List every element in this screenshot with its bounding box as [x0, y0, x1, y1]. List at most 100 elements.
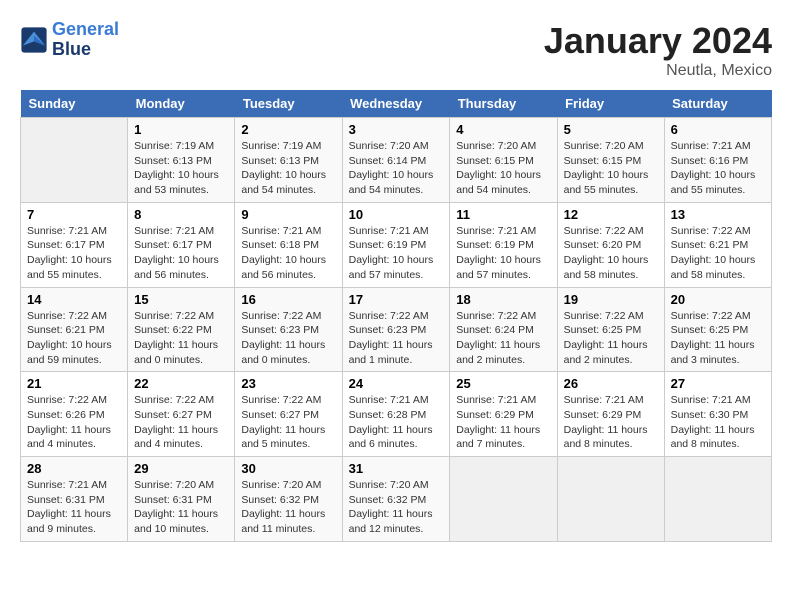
logo-icon	[20, 26, 48, 54]
day-number: 24	[349, 376, 444, 391]
calendar-day-cell: 10Sunrise: 7:21 AM Sunset: 6:19 PM Dayli…	[342, 202, 450, 287]
day-number: 15	[134, 292, 228, 307]
day-info: Sunrise: 7:22 AM Sunset: 6:21 PM Dayligh…	[671, 224, 765, 283]
day-info: Sunrise: 7:21 AM Sunset: 6:18 PM Dayligh…	[241, 224, 335, 283]
weekday-header-cell: Thursday	[450, 90, 557, 118]
day-info: Sunrise: 7:21 AM Sunset: 6:31 PM Dayligh…	[27, 478, 121, 537]
calendar-day-cell: 23 Sunrise: 7:22 AM Sunset: 6:27 PM Dayli…	[235, 372, 342, 457]
day-info: Sunrise: 7:21 AM Sunset: 6:30 PM Dayligh…	[671, 393, 765, 452]
day-info: Sunrise: 7:20 AM Sunset: 6:32 PM Dayligh…	[349, 478, 444, 537]
weekday-header-cell: Saturday	[664, 90, 771, 118]
day-number: 19	[564, 292, 658, 307]
day-number: 9	[241, 207, 335, 222]
calendar-day-cell: 9 Sunrise: 7:21 AM Sunset: 6:18 PM Daylig…	[235, 202, 342, 287]
calendar-day-cell: 24 Sunrise: 7:21 AM Sunset: 6:28 PM Dayli…	[342, 372, 450, 457]
calendar-day-cell: 31Sunrise: 7:20 AM Sunset: 6:32 PM Dayli…	[342, 457, 450, 542]
calendar-day-cell: 26 Sunrise: 7:21 AM Sunset: 6:29 PM Dayli…	[557, 372, 664, 457]
day-number: 17	[349, 292, 444, 307]
day-number: 22	[134, 376, 228, 391]
day-number: 13	[671, 207, 765, 222]
calendar-day-cell: 6Sunrise: 7:21 AM Sunset: 6:16 PM Daylig…	[664, 118, 771, 203]
calendar-day-cell: 3Sunrise: 7:20 AM Sunset: 6:14 PM Daylig…	[342, 118, 450, 203]
calendar-day-cell: 21 Sunrise: 7:22 AM Sunset: 6:26 PM Dayli…	[21, 372, 128, 457]
day-number: 8	[134, 207, 228, 222]
day-info: Sunrise: 7:22 AM Sunset: 6:23 PM Dayligh…	[241, 309, 335, 368]
day-number: 30	[241, 461, 335, 476]
weekday-header-cell: Tuesday	[235, 90, 342, 118]
calendar-day-cell	[21, 118, 128, 203]
title-area: January 2024 Neutla, Mexico	[544, 20, 772, 80]
calendar-week-row: 7 Sunrise: 7:21 AM Sunset: 6:17 PM Daylig…	[21, 202, 772, 287]
day-info: Sunrise: 7:21 AM Sunset: 6:29 PM Dayligh…	[564, 393, 658, 452]
day-info: Sunrise: 7:22 AM Sunset: 6:25 PM Dayligh…	[564, 309, 658, 368]
day-info: Sunrise: 7:22 AM Sunset: 6:26 PM Dayligh…	[27, 393, 121, 452]
day-number: 21	[27, 376, 121, 391]
day-number: 12	[564, 207, 658, 222]
weekday-header-cell: Monday	[128, 90, 235, 118]
day-info: Sunrise: 7:22 AM Sunset: 6:20 PM Dayligh…	[564, 224, 658, 283]
day-number: 2	[241, 122, 335, 137]
day-info: Sunrise: 7:22 AM Sunset: 6:27 PM Dayligh…	[241, 393, 335, 452]
day-number: 11	[456, 207, 550, 222]
day-number: 27	[671, 376, 765, 391]
day-info: Sunrise: 7:19 AM Sunset: 6:13 PM Dayligh…	[134, 139, 228, 198]
calendar-day-cell: 29 Sunrise: 7:20 AM Sunset: 6:31 PM Dayli…	[128, 457, 235, 542]
day-info: Sunrise: 7:19 AM Sunset: 6:13 PM Dayligh…	[241, 139, 335, 198]
day-info: Sunrise: 7:22 AM Sunset: 6:27 PM Dayligh…	[134, 393, 228, 452]
calendar-day-cell: 27 Sunrise: 7:21 AM Sunset: 6:30 PM Dayli…	[664, 372, 771, 457]
day-number: 29	[134, 461, 228, 476]
day-info: Sunrise: 7:20 AM Sunset: 6:15 PM Dayligh…	[564, 139, 658, 198]
day-number: 20	[671, 292, 765, 307]
weekday-header-cell: Friday	[557, 90, 664, 118]
calendar-day-cell	[664, 457, 771, 542]
day-number: 6	[671, 122, 765, 137]
calendar-day-cell: 5 Sunrise: 7:20 AM Sunset: 6:15 PM Daylig…	[557, 118, 664, 203]
day-info: Sunrise: 7:21 AM Sunset: 6:28 PM Dayligh…	[349, 393, 444, 452]
calendar-day-cell: 17Sunrise: 7:22 AM Sunset: 6:23 PM Dayli…	[342, 287, 450, 372]
day-number: 14	[27, 292, 121, 307]
day-number: 23	[241, 376, 335, 391]
month-title: January 2024	[544, 20, 772, 62]
calendar-day-cell: 7Sunrise: 7:21 AM Sunset: 6:17 PM Daylig…	[21, 202, 128, 287]
day-number: 25	[456, 376, 550, 391]
day-info: Sunrise: 7:20 AM Sunset: 6:15 PM Dayligh…	[456, 139, 550, 198]
day-number: 26	[564, 376, 658, 391]
logo-text: General Blue	[52, 20, 119, 60]
header: General Blue January 2024 Neutla, Mexico	[20, 20, 772, 80]
calendar-body: 1 Sunrise: 7:19 AM Sunset: 6:13 PM Daylig…	[21, 118, 772, 542]
calendar-day-cell: 28Sunrise: 7:21 AM Sunset: 6:31 PM Dayli…	[21, 457, 128, 542]
calendar-day-cell: 22 Sunrise: 7:22 AM Sunset: 6:27 PM Dayli…	[128, 372, 235, 457]
calendar-week-row: 1 Sunrise: 7:19 AM Sunset: 6:13 PM Daylig…	[21, 118, 772, 203]
calendar-day-cell: 1 Sunrise: 7:19 AM Sunset: 6:13 PM Daylig…	[128, 118, 235, 203]
calendar-day-cell	[557, 457, 664, 542]
day-info: Sunrise: 7:21 AM Sunset: 6:29 PM Dayligh…	[456, 393, 550, 452]
calendar-day-cell: 8 Sunrise: 7:21 AM Sunset: 6:17 PM Daylig…	[128, 202, 235, 287]
location-title: Neutla, Mexico	[544, 62, 772, 80]
calendar-day-cell: 30 Sunrise: 7:20 AM Sunset: 6:32 PM Dayli…	[235, 457, 342, 542]
day-number: 7	[27, 207, 121, 222]
day-number: 16	[241, 292, 335, 307]
calendar-day-cell: 20 Sunrise: 7:22 AM Sunset: 6:25 PM Dayli…	[664, 287, 771, 372]
weekday-header-row: SundayMondayTuesdayWednesdayThursdayFrid…	[21, 90, 772, 118]
calendar-day-cell: 4Sunrise: 7:20 AM Sunset: 6:15 PM Daylig…	[450, 118, 557, 203]
day-info: Sunrise: 7:21 AM Sunset: 6:19 PM Dayligh…	[456, 224, 550, 283]
day-number: 5	[564, 122, 658, 137]
day-info: Sunrise: 7:20 AM Sunset: 6:32 PM Dayligh…	[241, 478, 335, 537]
calendar-day-cell	[450, 457, 557, 542]
calendar-day-cell: 19 Sunrise: 7:22 AM Sunset: 6:25 PM Dayli…	[557, 287, 664, 372]
weekday-header-cell: Sunday	[21, 90, 128, 118]
day-info: Sunrise: 7:20 AM Sunset: 6:31 PM Dayligh…	[134, 478, 228, 537]
calendar-day-cell: 12 Sunrise: 7:22 AM Sunset: 6:20 PM Dayli…	[557, 202, 664, 287]
calendar-day-cell: 13 Sunrise: 7:22 AM Sunset: 6:21 PM Dayli…	[664, 202, 771, 287]
day-number: 1	[134, 122, 228, 137]
day-number: 10	[349, 207, 444, 222]
day-info: Sunrise: 7:22 AM Sunset: 6:25 PM Dayligh…	[671, 309, 765, 368]
calendar-table: SundayMondayTuesdayWednesdayThursdayFrid…	[20, 90, 772, 542]
calendar-day-cell: 25 Sunrise: 7:21 AM Sunset: 6:29 PM Dayli…	[450, 372, 557, 457]
day-info: Sunrise: 7:21 AM Sunset: 6:17 PM Dayligh…	[134, 224, 228, 283]
day-info: Sunrise: 7:20 AM Sunset: 6:14 PM Dayligh…	[349, 139, 444, 198]
day-info: Sunrise: 7:22 AM Sunset: 6:21 PM Dayligh…	[27, 309, 121, 368]
day-number: 18	[456, 292, 550, 307]
calendar-day-cell: 2 Sunrise: 7:19 AM Sunset: 6:13 PM Daylig…	[235, 118, 342, 203]
calendar-day-cell: 11 Sunrise: 7:21 AM Sunset: 6:19 PM Dayli…	[450, 202, 557, 287]
